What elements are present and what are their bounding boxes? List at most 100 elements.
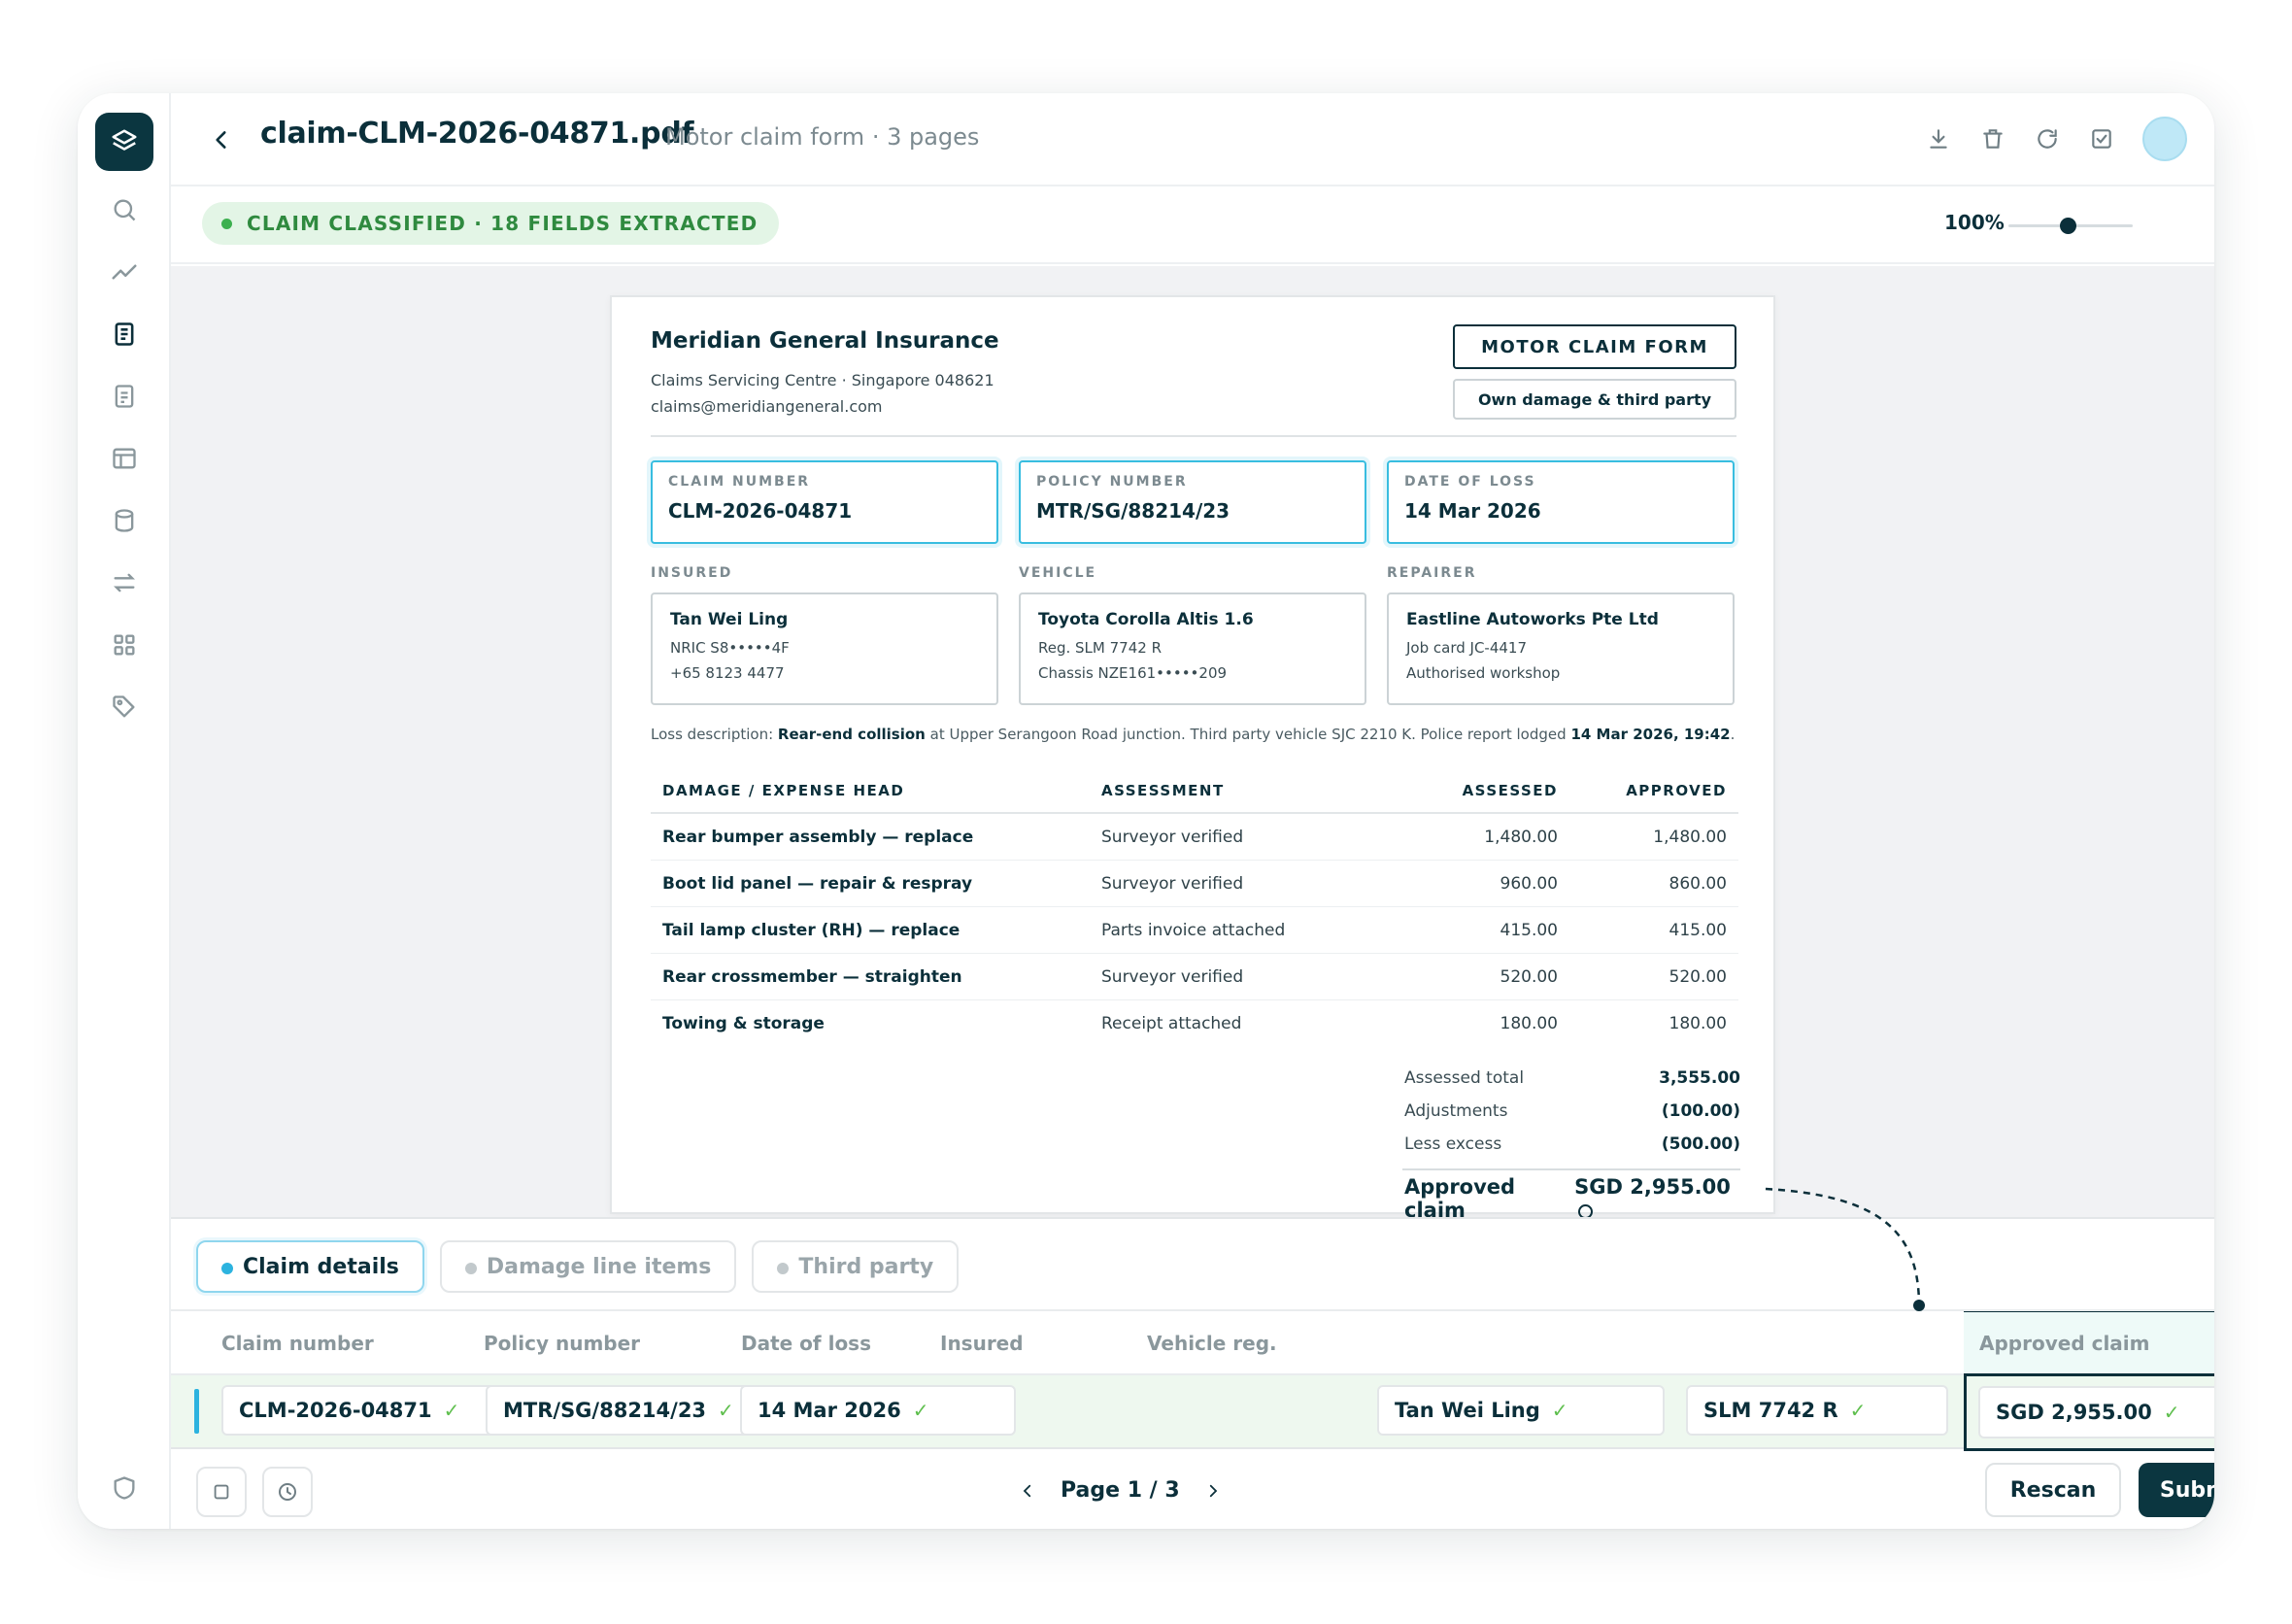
table-row: Tail lamp cluster (RH) — replace Parts i…: [651, 907, 1738, 954]
header-bar: claim-CLM-2026-04871.pdf Motor claim for…: [171, 93, 2214, 186]
tab-damage-line-items[interactable]: Damage line items: [439, 1240, 737, 1293]
assessed-total-row: Assessed total 3,555.00: [1404, 1068, 1740, 1088]
approved-claim-cell-highlight: SGD 2,955.00 ✓: [1964, 1373, 2214, 1451]
cell-value: CLM-2026-04871: [239, 1399, 432, 1422]
insured-input[interactable]: Tan Wei Ling ✓: [1377, 1385, 1665, 1436]
assessment: Surveyor verified: [1101, 827, 1244, 847]
vehicle-reg-input[interactable]: SLM 7742 R ✓: [1686, 1385, 1948, 1436]
table-header: DAMAGE / EXPENSE HEAD ASSESSMENT ASSESSE…: [651, 769, 1738, 814]
field-value: CLM-2026-04871: [668, 499, 853, 523]
panel-footer: Page 1 / 3 Rescan Submit: [171, 1449, 2214, 1529]
assessed-amount: 960.00: [1500, 873, 1558, 894]
damage-table: DAMAGE / EXPENSE HEAD ASSESSMENT ASSESSE…: [651, 769, 1738, 1047]
tab-claim-details[interactable]: Claim details: [196, 1240, 424, 1293]
pagination: Page 1 / 3: [1016, 1478, 1225, 1503]
approved-claim-value[interactable]: SGD 2,955.00: [1574, 1175, 1740, 1222]
loss-suffix: .: [1730, 726, 1736, 743]
fields-value-row: CLM-2026-04871 ✓ MTR/SG/88214/23 ✓ 14 Mar …: [171, 1375, 2214, 1449]
trash-icon[interactable]: [1975, 121, 2010, 156]
tag-icon[interactable]: [103, 686, 146, 728]
approved-amount: 415.00: [1668, 920, 1727, 940]
column-header: DAMAGE / EXPENSE HEAD: [662, 782, 905, 799]
app-window: claim-CLM-2026-04871.pdf Motor claim for…: [78, 93, 2214, 1529]
zoom-slider-handle[interactable]: [2060, 218, 2076, 234]
loss-prefix: Loss description:: [651, 726, 778, 743]
avatar[interactable]: [2142, 117, 2187, 161]
insurer-name: Meridian General Insurance: [651, 328, 999, 354]
approved-amount: 180.00: [1668, 1014, 1727, 1033]
main-content: claim-CLM-2026-04871.pdf Motor claim for…: [171, 93, 2214, 1529]
next-page-button[interactable]: [1201, 1479, 1225, 1503]
police-report-time: 14 Mar 2026, 19:42: [1570, 726, 1731, 743]
page-indicator: Page 1 / 3: [1061, 1478, 1180, 1503]
tab-dot: [221, 1263, 233, 1274]
layers-icon[interactable]: [95, 113, 153, 171]
column-header: ASSESSMENT: [1101, 782, 1225, 799]
expense-head: Rear crossmember — straighten: [662, 966, 962, 987]
field-value: 14 Mar 2026: [1404, 499, 1541, 523]
check-icon: ✓: [443, 1399, 460, 1422]
panel-tabs: Claim details Damage line items Third pa…: [196, 1240, 960, 1293]
header-actions: [1921, 117, 2187, 161]
total-value: 3,555.00: [1659, 1068, 1740, 1088]
download-icon[interactable]: [1921, 121, 1956, 156]
insurer-email: claims@meridiangeneral.com: [651, 397, 883, 416]
history-button[interactable]: [262, 1467, 313, 1517]
refresh-icon[interactable]: [2030, 121, 2065, 156]
approved-claim-amount: SGD 2,955.00: [1574, 1175, 1731, 1199]
tab-label: Claim details: [243, 1254, 399, 1279]
assessment: Receipt attached: [1101, 1014, 1242, 1033]
total-label: Adjustments: [1404, 1101, 1508, 1121]
excess-row: Less excess (500.00): [1404, 1134, 1740, 1154]
column-header: Insured: [940, 1332, 1024, 1355]
shield-icon[interactable]: [103, 1467, 146, 1509]
loss-type: Rear-end collision: [777, 726, 926, 743]
insured-phone: +65 8123 4477: [670, 664, 785, 682]
assessed-amount: 415.00: [1500, 920, 1558, 940]
tab-third-party[interactable]: Third party: [752, 1240, 960, 1293]
checkbox-icon[interactable]: [2084, 121, 2119, 156]
report-icon[interactable]: [103, 375, 146, 418]
total-label: Less excess: [1404, 1134, 1502, 1154]
loss-description: Loss description: Rear-end collision at …: [651, 726, 1735, 743]
claim-number-field[interactable]: CLAIM NUMBER CLM-2026-04871: [651, 460, 998, 544]
side-rail: [78, 93, 171, 1529]
approved-claim-input[interactable]: SGD 2,955.00 ✓: [1978, 1386, 2214, 1438]
database-icon[interactable]: [103, 499, 146, 542]
chevron-left-icon: [216, 131, 226, 149]
prev-page-button[interactable]: [1016, 1479, 1039, 1503]
tab-label: Damage line items: [486, 1254, 712, 1279]
rescan-button[interactable]: Rescan: [1985, 1463, 2121, 1517]
date-of-loss-field[interactable]: DATE OF LOSS 14 Mar 2026: [1387, 460, 1735, 544]
check-icon: ✓: [1551, 1399, 1568, 1422]
expense-head: Rear bumper assembly — replace: [662, 827, 974, 847]
vehicle-reg: Reg. SLM 7742 R: [1038, 639, 1162, 657]
total-value: (500.00): [1661, 1134, 1740, 1154]
assessment: Surveyor verified: [1101, 966, 1244, 987]
approved-claim-label: Approved claim: [1404, 1175, 1516, 1222]
loss-details: at Upper Serangoon Road junction. Third …: [925, 726, 1571, 743]
table-row: Rear crossmember — straighten Surveyor v…: [651, 954, 1738, 1000]
column-header: Policy number: [484, 1332, 641, 1355]
date-of-loss-input[interactable]: 14 Mar 2026 ✓: [740, 1385, 1016, 1436]
form-subtype-badge: Own damage & third party: [1453, 379, 1736, 420]
submit-button[interactable]: Submit: [2139, 1463, 2214, 1517]
document-icon[interactable]: [103, 313, 146, 355]
column-header: ASSESSED: [1462, 782, 1558, 799]
layout-icon[interactable]: [103, 437, 146, 480]
policy-number-field[interactable]: POLICY NUMBER MTR/SG/88214/23: [1019, 460, 1366, 544]
back-button[interactable]: [204, 122, 239, 157]
transfer-icon[interactable]: [103, 561, 146, 604]
repairer-job-card: Job card JC-4417: [1406, 639, 1528, 657]
cell-value: 14 Mar 2026: [758, 1399, 901, 1422]
adjustments-row: Adjustments (100.00): [1404, 1101, 1740, 1121]
trend-icon[interactable]: [103, 251, 146, 293]
check-icon: ✓: [718, 1399, 734, 1422]
apps-icon[interactable]: [103, 624, 146, 666]
total-label: Assessed total: [1404, 1068, 1525, 1088]
search-icon[interactable]: [103, 188, 146, 231]
column-header: Approved claim: [1979, 1332, 2150, 1355]
field-label: DATE OF LOSS: [1404, 474, 1536, 490]
select-all-button[interactable]: [196, 1467, 247, 1517]
expense-head: Tail lamp cluster (RH) — replace: [662, 920, 961, 940]
